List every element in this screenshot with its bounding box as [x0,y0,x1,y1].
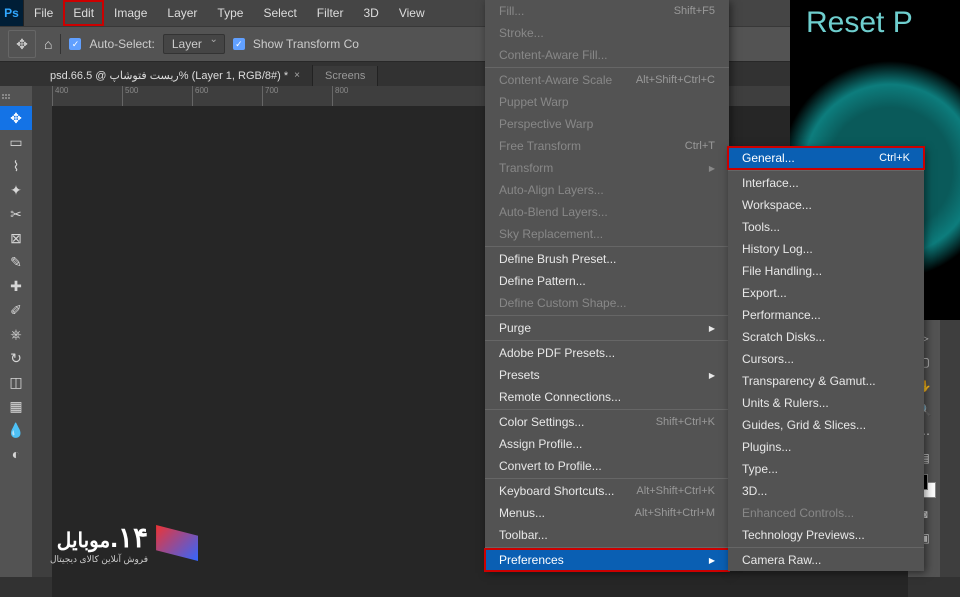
menu-item-puppet-warp: Puppet Warp [485,91,729,113]
move-tool-icon[interactable]: ✥ [0,106,32,130]
blur-tool-icon[interactable]: 💧 [0,418,32,442]
history-brush-icon[interactable]: ↻ [0,346,32,370]
marquee-tool-icon[interactable]: ▭ [0,130,32,154]
menu-item-performance[interactable]: Performance... [728,304,924,326]
menu-item-units-rulers[interactable]: Units & Rulers... [728,392,924,414]
menu-item-enhanced-controls: Enhanced Controls... [728,502,924,524]
stamp-tool-icon[interactable]: ⎈ [0,322,32,346]
menu-item-workspace[interactable]: Workspace... [728,194,924,216]
menu-item-keyboard-shortcuts[interactable]: Keyboard Shortcuts...Alt+Shift+Ctrl+K [485,480,729,502]
menu-type[interactable]: Type [207,0,253,26]
ps-logo: Ps [0,0,24,26]
menu-item-color-settings[interactable]: Color Settings...Shift+Ctrl+K [485,411,729,433]
menu-item-general[interactable]: General...Ctrl+K [728,147,924,169]
menu-item-file-handling[interactable]: File Handling... [728,260,924,282]
show-transform-label: Show Transform Co [253,37,359,51]
menu-item-interface[interactable]: Interface... [728,172,924,194]
menu-item-define-brush-preset[interactable]: Define Brush Preset... [485,248,729,270]
menu-item-stroke: Stroke... [485,22,729,44]
menu-item-technology-previews[interactable]: Technology Previews... [728,524,924,546]
document-tab-active[interactable]: psd.ریست فتوشاپ @ 66.5% (Layer 1, RGB/8#… [38,65,313,86]
menu-item-presets[interactable]: Presets▶ [485,364,729,386]
menu-item-convert-to-profile[interactable]: Convert to Profile... [485,455,729,477]
menu-item-transform: Transform▶ [485,157,729,179]
menu-item-transparency-gamut[interactable]: Transparency & Gamut... [728,370,924,392]
crop-tool-icon[interactable]: ✂ [0,202,32,226]
menu-item-adobe-pdf-presets[interactable]: Adobe PDF Presets... [485,342,729,364]
dodge-tool-icon[interactable]: ◐ [0,442,32,466]
menu-filter[interactable]: Filter [307,0,354,26]
menu-item-perspective-warp: Perspective Warp [485,113,729,135]
left-toolbar: ✥ ▭ ⌇ ✦ ✂ ⊠ ✎ ✚ ✐ ⎈ ↻ ◫ ▦ 💧 ◐ [0,86,32,577]
vertical-ruler [32,86,52,577]
menu-item-content-aware-fill: Content-Aware Fill... [485,44,729,66]
menu-item-content-aware-scale: Content-Aware ScaleAlt+Shift+Ctrl+C [485,69,729,91]
menu-layer[interactable]: Layer [157,0,207,26]
menu-item-sky-replacement: Sky Replacement... [485,223,729,245]
auto-select-label: Auto-Select: [89,37,154,51]
tab-title: Screens [325,70,365,82]
reset-title: Reset P [790,0,960,40]
menu-item-cursors[interactable]: Cursors... [728,348,924,370]
close-icon[interactable]: × [294,70,300,81]
eyedropper-tool-icon[interactable]: ✎ [0,250,32,274]
horizontal-ruler: 400500600700800 [52,86,908,106]
watermark-logo: ۱۴.موبایل فروش آنلاین کالای دیجیتال [50,521,198,565]
menu-item-menus[interactable]: Menus...Alt+Shift+Ctrl+M [485,502,729,524]
eraser-tool-icon[interactable]: ◫ [0,370,32,394]
menu-item-auto-align-layers: Auto-Align Layers... [485,179,729,201]
menu-item-toolbar[interactable]: Toolbar... [485,524,729,546]
menu-item-define-pattern[interactable]: Define Pattern... [485,270,729,292]
menu-item-preferences[interactable]: Preferences▶ [485,549,729,571]
menu-item-free-transform: Free TransformCtrl+T [485,135,729,157]
menu-item-scratch-disks[interactable]: Scratch Disks... [728,326,924,348]
auto-select-checkbox[interactable]: ✓ [69,38,81,50]
menu-item-assign-profile[interactable]: Assign Profile... [485,433,729,455]
wand-tool-icon[interactable]: ✦ [0,178,32,202]
home-icon[interactable]: ⌂ [44,36,52,52]
menu-item-camera-raw[interactable]: Camera Raw... [728,549,924,571]
tab-title: psd.ریست فتوشاپ @ 66.5% (Layer 1, RGB/8#… [50,69,288,82]
show-transform-checkbox[interactable]: ✓ [233,38,245,50]
lasso-tool-icon[interactable]: ⌇ [0,154,32,178]
menu-view[interactable]: View [389,0,435,26]
document-tab-inactive[interactable]: Screens [313,66,378,86]
move-tool-preview[interactable]: ✥ [8,30,36,58]
menu-item-remote-connections[interactable]: Remote Connections... [485,386,729,408]
menu-3d[interactable]: 3D [353,0,388,26]
edit-menu: Fill...Shift+F5Stroke...Content-Aware Fi… [485,0,729,571]
frame-tool-icon[interactable]: ⊠ [0,226,32,250]
logo-icon [156,525,198,561]
menu-item-export[interactable]: Export... [728,282,924,304]
heal-tool-icon[interactable]: ✚ [0,274,32,298]
preferences-submenu: General...Ctrl+K Interface...Workspace...… [728,147,924,571]
menu-item-3d[interactable]: 3D... [728,480,924,502]
menu-item-type[interactable]: Type... [728,458,924,480]
menu-item-plugins[interactable]: Plugins... [728,436,924,458]
menu-item-tools[interactable]: Tools... [728,216,924,238]
menu-item-auto-blend-layers: Auto-Blend Layers... [485,201,729,223]
menu-file[interactable]: File [24,0,63,26]
menu-select[interactable]: Select [253,0,306,26]
menu-item-define-custom-shape: Define Custom Shape... [485,292,729,314]
layer-dropdown[interactable]: Layer [163,34,225,54]
menu-edit[interactable]: Edit [63,0,104,26]
menu-item-guides-grid-slices[interactable]: Guides, Grid & Slices... [728,414,924,436]
gradient-tool-icon[interactable]: ▦ [0,394,32,418]
menu-image[interactable]: Image [104,0,157,26]
menu-item-history-log[interactable]: History Log... [728,238,924,260]
menu-item-fill: Fill...Shift+F5 [485,0,729,22]
menu-item-purge[interactable]: Purge▶ [485,317,729,339]
brush-tool-icon[interactable]: ✐ [0,298,32,322]
